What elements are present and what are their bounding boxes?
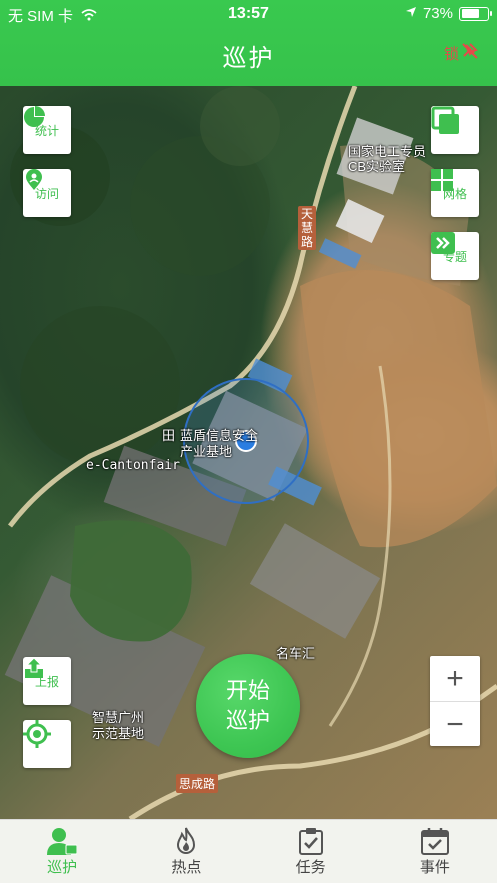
tab-patrol[interactable]: 巡护 [0, 820, 124, 883]
map-label-base-line1: 蓝盾信息安全 [180, 428, 259, 443]
satellite-map[interactable]: 国家电工专员 CB实验室 天慧路 田 蓝盾信息安全 产业基地 e-Cantonf… [0, 86, 497, 819]
battery-fill [461, 9, 480, 18]
tab-patrol-label: 巡护 [47, 859, 78, 876]
map-label-lab: 国家电工专员 CB实验室 [348, 144, 426, 174]
header-bar: 无 SIM 卡 13:57 73% 巡护 锁 [0, 0, 497, 86]
map-label-lab-line2: CB实验室 [348, 159, 406, 174]
road-label-tianhui: 天慧路 [298, 206, 316, 250]
battery-icon [459, 6, 492, 21]
lock-button[interactable]: 锁 [444, 42, 479, 64]
tab-event-label: 事件 [419, 859, 450, 876]
map-label-base-line2: 产业基地 [180, 444, 233, 459]
status-bar: 无 SIM 卡 13:57 73% [0, 0, 497, 28]
map-label-smart-base: 智慧广州 示范基地 [92, 710, 144, 742]
bottom-tab-bar: 巡护 热点 任务 事件 [0, 819, 497, 883]
tab-hotspot-label: 热点 [171, 859, 202, 876]
layers-button[interactable] [431, 106, 479, 154]
map-label-lab-line1: 国家电工专员 [348, 144, 427, 159]
topic-button[interactable]: 专题 [431, 232, 479, 280]
tab-task-label: 任务 [295, 859, 326, 876]
map-label-auto: 名车汇 [276, 646, 316, 661]
lock-label: 锁 [443, 45, 459, 63]
map-label-smart-line1: 智慧广州 [92, 710, 145, 725]
zoom-control: + − [430, 656, 480, 746]
report-button[interactable]: 上报 [23, 657, 71, 705]
patrol-person-icon [47, 826, 78, 856]
map-label-blueshield: 蓝盾信息安全 产业基地 [180, 428, 258, 460]
stats-button[interactable]: 统计 [23, 106, 71, 154]
map-label-cantonfair: e-Cantonfair [86, 458, 180, 473]
road-label-sicheng: 思成路 [176, 774, 219, 793]
grid-button[interactable]: 网格 [431, 169, 479, 217]
location-arrow-icon [405, 5, 417, 22]
tab-event[interactable]: 事件 [373, 820, 497, 883]
flame-icon [174, 826, 198, 856]
map-label-base-prefix: 田 [162, 428, 176, 443]
zoom-in-button[interactable]: + [430, 656, 480, 701]
unpin-icon [461, 42, 479, 64]
visit-button[interactable]: 访问 [23, 169, 71, 217]
start-patrol-button[interactable]: 开始巡护 [196, 654, 300, 758]
battery-percent: 73% [422, 5, 453, 22]
calendar-check-icon [420, 826, 449, 856]
zoom-out-button[interactable]: − [430, 702, 480, 747]
tab-task[interactable]: 任务 [249, 820, 373, 883]
map-label-smart-line2: 示范基地 [92, 726, 145, 741]
clipboard-check-icon [298, 826, 324, 856]
page-title: 巡护 [222, 45, 275, 72]
locate-button[interactable] [23, 720, 71, 768]
tab-hotspot[interactable]: 热点 [124, 820, 248, 883]
